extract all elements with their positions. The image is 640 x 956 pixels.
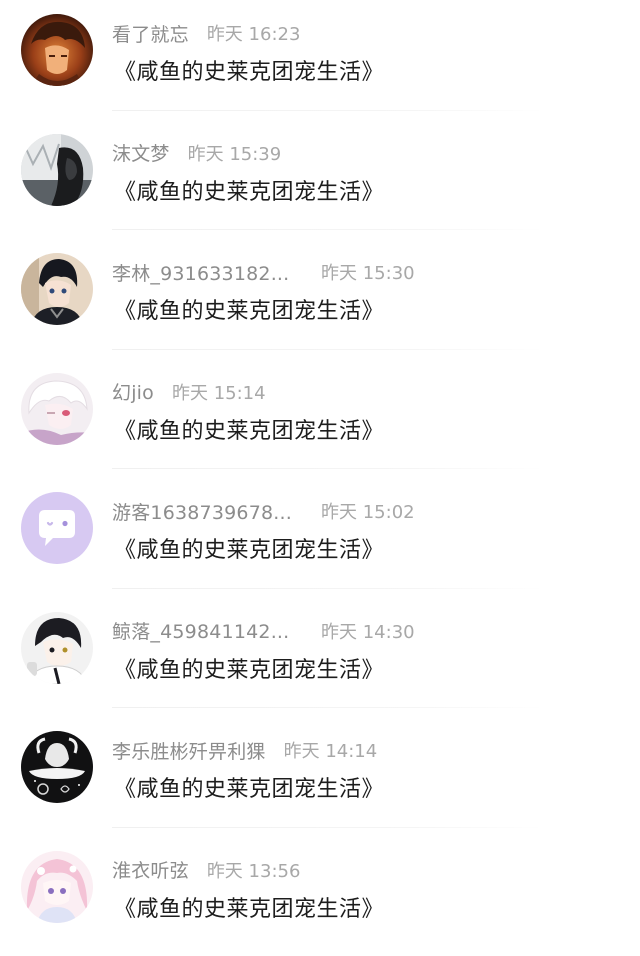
- avatar[interactable]: [21, 731, 93, 803]
- sender-name[interactable]: 李林_931633182...: [112, 259, 292, 286]
- message-time: 昨天 15:39: [188, 140, 282, 166]
- message-content[interactable]: 《咸鱼的史莱克团宠生活》: [114, 532, 384, 564]
- sender-name[interactable]: 淮衣听弦: [112, 856, 189, 883]
- message-meta: 李乐胜彬歼畀利猓 昨天 14:14: [112, 737, 377, 763]
- message-meta: 沫文梦 昨天 15:39: [112, 140, 281, 166]
- message-meta: 淮衣听弦 昨天 13:56: [112, 857, 300, 883]
- message-time: 昨天 15:30: [321, 259, 415, 285]
- message-item[interactable]: 看了就忘 昨天 16:23 《咸鱼的史莱克团宠生活》: [0, 0, 640, 120]
- message-meta: 李林_931633182... 昨天 15:30: [112, 259, 415, 285]
- message-meta: 看了就忘 昨天 16:23: [112, 20, 300, 46]
- message-time: 昨天 14:14: [284, 737, 378, 763]
- divider: [112, 110, 544, 111]
- avatar[interactable]: [21, 612, 93, 684]
- message-item[interactable]: 李林_931633182... 昨天 15:30 《咸鱼的史莱克团宠生活》: [0, 239, 640, 359]
- message-time: 昨天 14:30: [321, 618, 415, 644]
- message-item[interactable]: 幻jio 昨天 15:14 《咸鱼的史莱克团宠生活》: [0, 359, 640, 479]
- message-meta: 鲸落_459841142... 昨天 14:30: [112, 618, 415, 644]
- avatar[interactable]: [21, 373, 93, 445]
- message-time: 昨天 15:14: [172, 379, 266, 405]
- message-time: 昨天 13:56: [207, 857, 301, 883]
- message-meta: 幻jio 昨天 15:14: [112, 379, 266, 405]
- sender-name[interactable]: 幻jio: [112, 378, 154, 405]
- message-content[interactable]: 《咸鱼的史莱克团宠生活》: [114, 771, 384, 803]
- sender-name[interactable]: 游客1638739678...: [112, 498, 292, 525]
- avatar[interactable]: [21, 14, 93, 86]
- avatar-anime-boy-dark-hair-icon: [21, 253, 93, 325]
- avatar[interactable]: [21, 492, 93, 564]
- message-content[interactable]: 《咸鱼的史莱克团宠生活》: [114, 54, 384, 86]
- divider: [112, 827, 544, 828]
- message-item[interactable]: 李乐胜彬歼畀利猓 昨天 14:14 《咸鱼的史莱克团宠生活》: [0, 717, 640, 837]
- avatar-anime-boy-school-icon: [21, 612, 93, 684]
- avatar-snowy-window-figure-icon: [21, 134, 93, 206]
- avatar-white-haired-anime-icon: [21, 373, 93, 445]
- message-content[interactable]: 《咸鱼的史莱克团宠生活》: [114, 652, 384, 684]
- avatar-dark-haired-boy-icon: [21, 14, 93, 86]
- message-content[interactable]: 《咸鱼的史莱克团宠生活》: [114, 293, 384, 325]
- divider: [112, 468, 544, 469]
- message-item[interactable]: 游客1638739678... 昨天 15:02 《咸鱼的史莱克团宠生活》: [0, 478, 640, 598]
- divider: [112, 588, 544, 589]
- divider: [112, 707, 544, 708]
- message-item[interactable]: 淮衣听弦 昨天 13:56 《咸鱼的史莱克团宠生活》: [0, 837, 640, 956]
- message-item[interactable]: 鲸落_459841142... 昨天 14:30 《咸鱼的史莱克团宠生活》: [0, 598, 640, 718]
- avatar[interactable]: [21, 851, 93, 923]
- sender-name[interactable]: 沫文梦: [112, 139, 170, 166]
- avatar[interactable]: [21, 253, 93, 325]
- avatar-pink-haired-girl-icon: [21, 851, 93, 923]
- message-time: 昨天 15:02: [321, 498, 415, 524]
- message-content[interactable]: 《咸鱼的史莱克团宠生活》: [114, 891, 384, 923]
- avatar-sketch-hands-icon: [21, 731, 93, 803]
- message-meta: 游客1638739678... 昨天 15:02: [112, 498, 415, 524]
- message-list: 看了就忘 昨天 16:23 《咸鱼的史莱克团宠生活》 沫文梦 昨天 15:39 …: [0, 0, 640, 956]
- sender-name[interactable]: 李乐胜彬歼畀利猓: [112, 737, 266, 764]
- message-time: 昨天 16:23: [207, 20, 301, 46]
- sender-name[interactable]: 看了就忘: [112, 20, 189, 47]
- chat-bubble-icon: [21, 492, 93, 564]
- message-item[interactable]: 沫文梦 昨天 15:39 《咸鱼的史莱克团宠生活》: [0, 120, 640, 240]
- divider: [112, 229, 544, 230]
- avatar[interactable]: [21, 134, 93, 206]
- message-content[interactable]: 《咸鱼的史莱克团宠生活》: [114, 174, 384, 206]
- divider: [112, 349, 544, 350]
- message-content[interactable]: 《咸鱼的史莱克团宠生活》: [114, 413, 384, 445]
- sender-name[interactable]: 鲸落_459841142...: [112, 617, 292, 644]
